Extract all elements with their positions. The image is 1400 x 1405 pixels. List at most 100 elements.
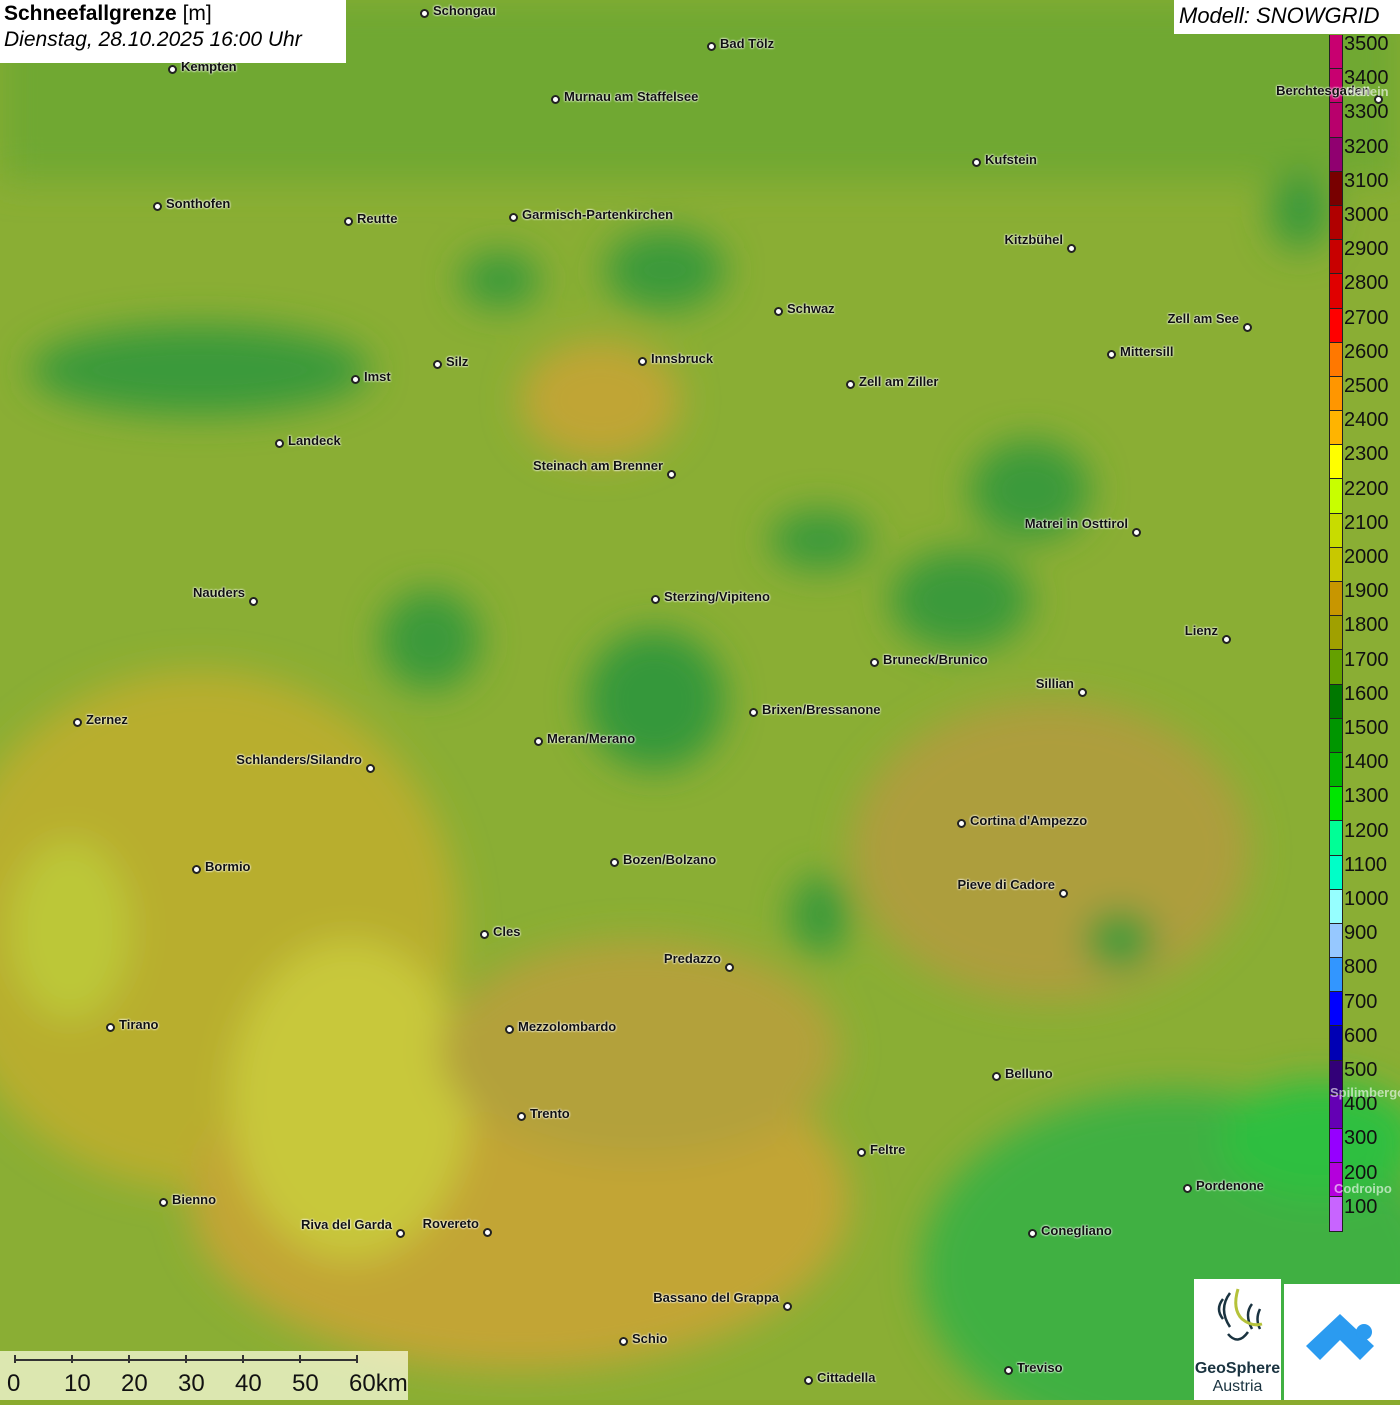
logo-text-austria: Austria xyxy=(1212,1378,1263,1395)
legend-swatch-1300 xyxy=(1329,787,1343,822)
legend-label: 3100 xyxy=(1344,169,1389,192)
city-marker xyxy=(610,858,619,867)
scale-tick xyxy=(242,1355,244,1363)
geosphere-austria-logo: GeoSphere Austria xyxy=(1194,1279,1281,1400)
city-marker xyxy=(725,963,734,972)
scale-bar: 0 10 20 30 40 50 60km xyxy=(0,1351,408,1400)
city-label: Trento xyxy=(530,1106,570,1121)
legend-label: 3000 xyxy=(1344,204,1389,226)
city-marker xyxy=(1028,1229,1037,1238)
city-label: Bassano del Grappa xyxy=(653,1290,779,1305)
city-marker xyxy=(1222,635,1231,644)
city-marker xyxy=(505,1025,514,1034)
city-marker xyxy=(1107,350,1116,359)
geosphere-icon xyxy=(1217,1288,1262,1341)
city-label: Nauders xyxy=(192,585,245,600)
city-label: Riva del Garda xyxy=(300,1217,392,1232)
city-marker xyxy=(168,65,177,74)
city-label: Predazzo xyxy=(663,951,721,966)
faint-city-label: Hallein xyxy=(1346,84,1389,99)
scale-tick xyxy=(128,1355,130,1363)
city-marker xyxy=(275,439,284,448)
legend-swatch-2200 xyxy=(1329,479,1343,514)
city-label: Mezzolombardo xyxy=(518,1019,617,1034)
legend-label: 1200 xyxy=(1344,819,1389,842)
legend-swatch-1000 xyxy=(1329,889,1343,924)
city-label: Bienno xyxy=(172,1192,217,1207)
legend-swatch-700 xyxy=(1329,992,1343,1027)
legend-swatch-2900 xyxy=(1329,240,1343,275)
city-label: Feltre xyxy=(870,1142,906,1157)
city-marker xyxy=(972,158,981,167)
city-label: Brixen/Bressanone xyxy=(762,702,881,717)
city-label: Bozen/Bolzano xyxy=(623,852,717,867)
city-marker xyxy=(749,708,758,717)
legend-swatch-2300 xyxy=(1329,445,1343,480)
city-label: Cles xyxy=(493,924,521,939)
legend-label: 1000 xyxy=(1344,888,1389,910)
legend-label: 3200 xyxy=(1344,135,1389,158)
city-label: Zell am Ziller xyxy=(859,374,939,389)
city-label: Innsbruck xyxy=(651,351,714,366)
city-marker xyxy=(551,95,560,104)
city-marker xyxy=(192,865,201,874)
legend-swatch-1100 xyxy=(1329,855,1343,890)
city-label: Bormio xyxy=(205,859,251,874)
city-label: Rovereto xyxy=(422,1216,479,1231)
city-label: Cittadella xyxy=(817,1370,876,1385)
city-label: Schlanders/Silandro xyxy=(236,752,362,767)
city-label: Zernez xyxy=(86,712,128,727)
scale-tick xyxy=(299,1355,301,1363)
city-marker xyxy=(870,658,879,667)
city-marker xyxy=(366,764,375,773)
mountain-cloud-logo xyxy=(1284,1284,1400,1400)
legend-label: 1400 xyxy=(1344,751,1389,774)
city-label: Garmisch-Partenkirchen xyxy=(522,207,674,222)
city-marker xyxy=(73,718,82,727)
legend-label: 2600 xyxy=(1344,340,1389,363)
city-label: Belluno xyxy=(1005,1066,1053,1081)
map-title: Schneefallgrenze [m] Dienstag, 28.10.202… xyxy=(0,0,346,63)
city-marker xyxy=(517,1112,526,1121)
city-label: Bad Tölz xyxy=(720,36,775,51)
city-label: Pieve di Cadore xyxy=(957,877,1055,892)
legend-swatch-1700 xyxy=(1329,650,1343,685)
city-marker xyxy=(433,360,442,369)
city-marker xyxy=(783,1302,792,1311)
city-label: Landeck xyxy=(288,433,341,448)
city-label: Steinach am Brenner xyxy=(532,458,663,473)
city-marker xyxy=(344,217,353,226)
legend-label: 100 xyxy=(1344,1195,1378,1218)
legend-label: 1900 xyxy=(1344,580,1389,603)
legend-label: 900 xyxy=(1344,922,1378,945)
city-label: Cortina d'Ampezzo xyxy=(970,813,1088,828)
legend-swatch-600 xyxy=(1329,1026,1343,1061)
city-label: Sonthofen xyxy=(166,196,231,211)
legend-label: 2700 xyxy=(1344,306,1389,329)
legend-label: 2500 xyxy=(1344,375,1389,397)
city-marker xyxy=(159,1198,168,1207)
city-marker xyxy=(857,1148,866,1157)
city-label: Bruneck/Brunico xyxy=(883,652,988,667)
city-label: Tirano xyxy=(119,1017,159,1032)
city-label: Mittersill xyxy=(1120,344,1174,359)
faint-city-label: Codroipo xyxy=(1334,1181,1392,1196)
legend-label: 700 xyxy=(1344,990,1378,1013)
legend-label: 1100 xyxy=(1344,853,1388,876)
mountain-logo-icon xyxy=(1306,1314,1374,1360)
legend-label: 2800 xyxy=(1344,272,1389,295)
city-marker xyxy=(534,737,543,746)
forecast-datetime: Dienstag, 28.10.2025 16:00 Uhr xyxy=(4,28,302,51)
logo-text-geosphere: GeoSphere xyxy=(1194,1360,1281,1377)
title-unit: [m] xyxy=(182,2,212,25)
legend-label: 300 xyxy=(1344,1127,1378,1150)
legend-swatch-900 xyxy=(1329,923,1343,959)
legend-swatch-3100 xyxy=(1329,171,1343,206)
city-marker xyxy=(351,375,360,384)
scale-tick xyxy=(71,1355,73,1363)
city-label: Conegliano xyxy=(1041,1223,1112,1238)
city-marker xyxy=(638,357,647,366)
city-marker xyxy=(420,9,429,18)
legend-label: 3500 xyxy=(1344,33,1389,55)
legend-swatch-800 xyxy=(1329,958,1343,993)
